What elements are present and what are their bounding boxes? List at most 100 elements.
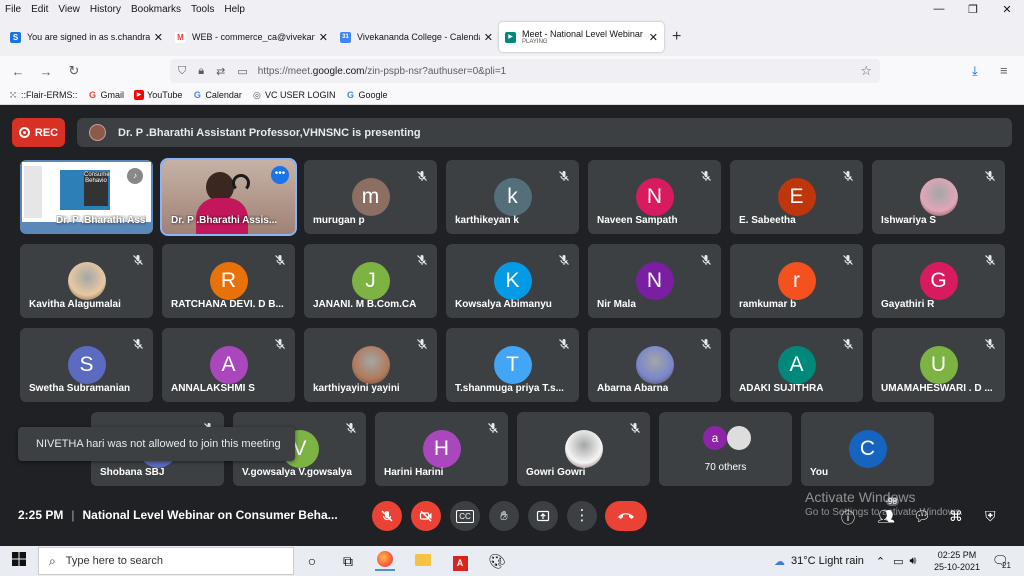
hand-icon: ✋︎ [500,508,508,523]
participant-avatar: k [493,178,532,216]
back-icon[interactable]: ← [4,64,32,79]
tab-close-icon[interactable]: ✕ [649,31,658,44]
minimize-button[interactable]: — [922,3,956,16]
participant-tile[interactable]: G Gayathiri R [872,244,1005,318]
google-icon: G [89,90,97,100]
captions-button[interactable]: CC [450,501,480,531]
bookmark-flair-erms[interactable]: ⁙::Flair-ERMS:: [8,90,77,100]
menu-bar: File Edit View History Bookmarks Tools H… [0,0,1024,18]
bookmark-vc-user-login[interactable]: ◎ VC USER LOGIN [252,90,335,100]
recording-badge[interactable]: REC [12,118,65,147]
participant-tile[interactable]: Ishwariya S [872,160,1005,234]
participant-tile[interactable]: k karthikeyan k [446,160,579,234]
acrobat-icon[interactable]: A [450,551,470,571]
bookmark-google[interactable]: G Google [345,90,388,100]
participant-name: Gowri Gowri [526,467,586,478]
participant-tile[interactable]: R RATCHANA DEVI. D B... [162,244,295,318]
file-explorer-icon[interactable] [413,551,433,571]
permissions-icon[interactable]: ⇄ [216,65,225,78]
tab-meet[interactable]: ▶ Meet - National Level Webinar o PLAYIN… [499,22,664,52]
weather-icon[interactable]: ☁ [774,555,785,568]
youtube-icon: ▶ [134,90,145,100]
participant-tile[interactable]: A ANNALAKSHMI S [162,328,295,402]
bookmark-youtube[interactable]: ▶ YouTube [134,90,182,100]
windows-start-icon[interactable] [9,551,29,571]
nav-bar: ← → ↻ ⛉ 🔒︎ ⇄ ▭ https://meet.google.com/z… [0,56,1024,86]
lock-icon[interactable]: 🔒︎ [198,65,204,78]
tab-close-icon[interactable]: ✕ [319,31,328,44]
tab-close-icon[interactable]: ✕ [484,31,493,44]
menu-file[interactable]: File [0,4,26,15]
present-button[interactable] [528,501,558,531]
raise-hand-button[interactable]: ✋︎ [489,501,519,531]
participant-tile[interactable]: J JANANI. M B.Com.CA [304,244,437,318]
activate-windows-watermark: Activate Windows Go to Settings to activ… [805,489,963,518]
forward-icon[interactable]: → [32,64,60,79]
bookmark-calendar[interactable]: G Calendar [192,90,242,100]
mic-off-button[interactable] [372,501,402,531]
network-icon[interactable]: ▭ [893,555,903,568]
bookmark-gmail[interactable]: G Gmail [88,90,124,100]
shield-icon[interactable]: ⛉ [178,65,186,78]
participant-tile[interactable]: N Nir Mala [588,244,721,318]
participant-tile[interactable]: Kavitha Alagumalai [20,244,153,318]
participant-name: Dr. P .Bharathi Assis... [56,215,146,226]
menu-edit[interactable]: Edit [26,4,53,15]
participant-tile[interactable]: N Naveen Sampath [588,160,721,234]
downloads-icon[interactable]: ⤓ [972,63,978,79]
participant-tile[interactable]: m murugan p [304,160,437,234]
restore-button[interactable]: ❐ [956,3,990,16]
system-tray: ☁ 31°C Light rain ⌃ ▭ 🔊︎ [774,546,916,576]
mic-off-icon [558,169,570,181]
menu-view[interactable]: View [53,4,85,15]
bookmark-star-icon[interactable]: ☆ [860,63,872,79]
participant-name: karthikeyan k [455,215,519,226]
participant-tile[interactable]: H Harini Harini [375,412,508,486]
task-view-icon[interactable]: ⧉ [338,551,358,571]
participant-tile[interactable]: Consumer Behavio♪Dr. P .Bharathi Assis..… [20,160,153,234]
host-controls-icon[interactable]: ⛨ [985,508,996,525]
participant-tile[interactable]: ••• Dr. P .Bharathi Assis... [160,158,297,236]
volume-icon[interactable]: 🔊︎ [910,555,917,568]
tab-signed-in[interactable]: S You are signed in as s.chandras ✕ [4,22,169,52]
participant-tile[interactable]: r ramkumar b [730,244,863,318]
clock[interactable]: 02:25 PM 25-10-2021 [934,549,980,573]
more-options-icon[interactable]: ••• [271,166,289,184]
tab-title: WEB - commerce_ca@vivekana [192,32,315,42]
mic-off-icon [629,421,641,433]
participant-tile[interactable]: Abarna Abarna [588,328,721,402]
tab-web-mail[interactable]: M WEB - commerce_ca@vivekana ✕ [169,22,334,52]
menu-history[interactable]: History [85,4,126,15]
participant-tile[interactable]: U UMAMAHESWARI . D ... [872,328,1005,402]
menu-help[interactable]: Help [219,4,250,15]
participant-tile[interactable]: K Kowsalya Abimanyu [446,244,579,318]
participant-tile[interactable]: S Swetha Subramanian [20,328,153,402]
more-options-button[interactable]: ⋮ [567,501,597,531]
close-window-button[interactable]: ✕ [990,3,1024,16]
taskbar-search[interactable]: ⌕ Type here to search [38,547,294,575]
paint-icon[interactable]: 🎨︎ [487,551,507,571]
tab-calendar[interactable]: 31 Vivekananda College - Calenda ✕ [334,22,499,52]
url-bar[interactable]: ⛉ 🔒︎ ⇄ ▭ https://meet.google.com/zin-psp… [170,59,880,83]
camera-icon[interactable]: ▭ [237,65,247,78]
tab-close-icon[interactable]: ✕ [154,31,163,44]
menu-bookmarks[interactable]: Bookmarks [126,4,186,15]
weather-text[interactable]: 31°C Light rain [791,555,864,567]
menu-tools[interactable]: Tools [186,4,219,15]
tray-chevron-icon[interactable]: ⌃ [876,555,885,568]
cortana-icon[interactable]: ○ [302,551,322,571]
participant-tile[interactable]: T T.shanmuga priya T.s... [446,328,579,402]
participant-tile[interactable]: C You [801,412,934,486]
new-tab-icon[interactable]: + [672,28,681,46]
participant-tile[interactable]: karthiyayini yayini [304,328,437,402]
reload-icon[interactable]: ↻ [60,63,88,79]
camera-off-button[interactable] [411,501,441,531]
participant-tile[interactable]: a 70 others [659,412,792,486]
menu-icon[interactable]: ≡ [1000,63,1008,78]
participant-tile[interactable]: A ADAKI SUJITHRA [730,328,863,402]
participant-tile[interactable]: Gowri Gowri [517,412,650,486]
participant-tile[interactable]: E E. Sabeetha [730,160,863,234]
end-call-button[interactable] [605,501,647,531]
others-label: 70 others [704,462,747,473]
firefox-taskbar-icon[interactable] [375,551,395,571]
